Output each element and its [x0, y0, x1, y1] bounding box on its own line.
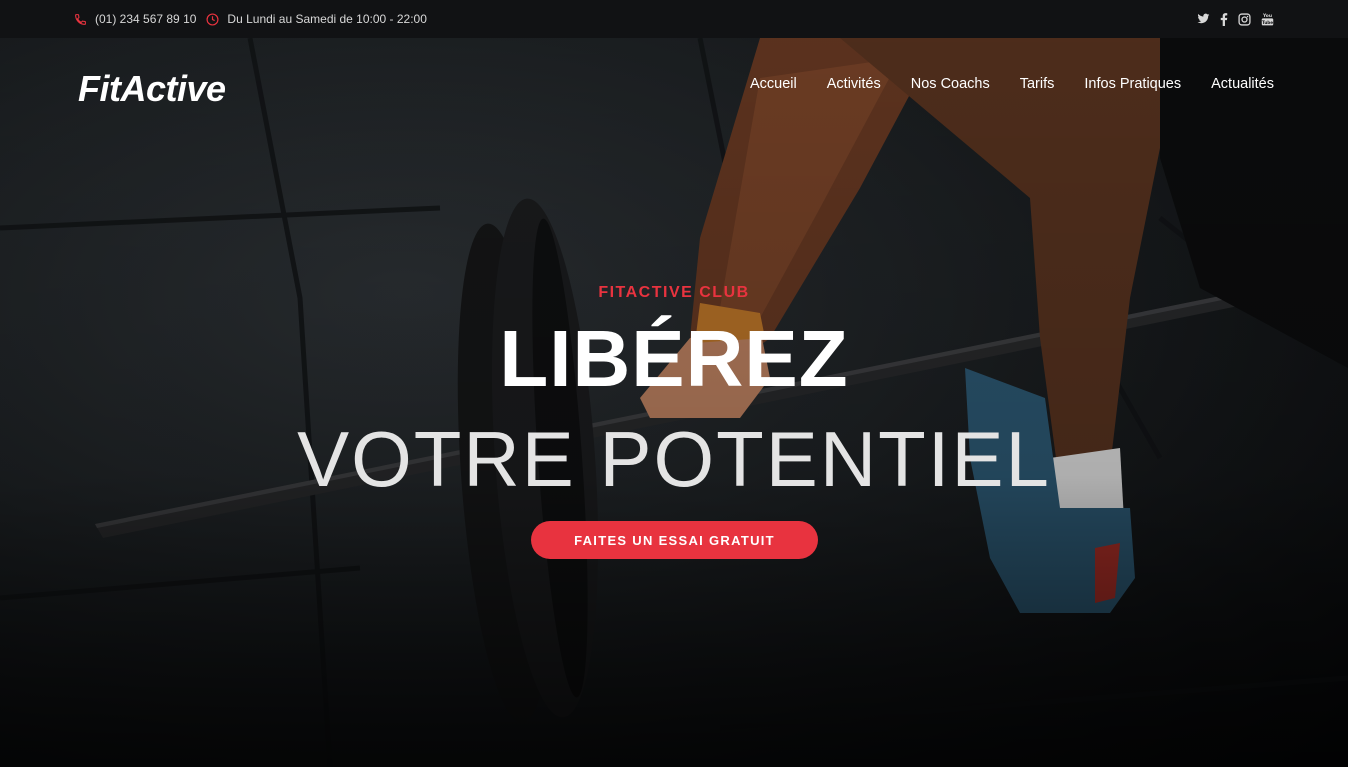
svg-text:Tube: Tube: [1262, 20, 1273, 25]
phone-number: (01) 234 567 89 10: [95, 12, 197, 26]
youtube-icon[interactable]: You Tube: [1261, 12, 1274, 26]
svg-text:You: You: [1262, 13, 1272, 19]
hero-kicker: FITACTIVE CLUB: [598, 284, 750, 301]
clock-icon: [206, 12, 219, 26]
site-logo[interactable]: FitActive: [78, 68, 226, 110]
free-trial-button[interactable]: FAITES UN ESSAI GRATUIT: [531, 521, 818, 559]
top-bar: (01) 234 567 89 10 Du Lundi au Samedi de…: [0, 0, 1348, 38]
opening-hours: Du Lundi au Samedi de 10:00 - 22:00: [227, 12, 427, 26]
contact-info: (01) 234 567 89 10 Du Lundi au Samedi de…: [74, 0, 427, 38]
nav-item-nos-coachs[interactable]: Nos Coachs: [911, 76, 990, 92]
hero-section: FitActive Accueil Activités Nos Coachs T…: [0, 38, 1348, 767]
nav-item-tarifs[interactable]: Tarifs: [1020, 76, 1055, 92]
hero-headline: LIBÉREZ: [499, 314, 849, 403]
hours-info: Du Lundi au Samedi de 10:00 - 22:00: [206, 12, 427, 26]
phone-info[interactable]: (01) 234 567 89 10: [74, 12, 196, 26]
nav-item-infos-pratiques[interactable]: Infos Pratiques: [1084, 76, 1181, 92]
nav-item-actualites[interactable]: Actualités: [1211, 76, 1274, 92]
phone-icon: [74, 13, 87, 26]
social-links: You Tube: [1197, 0, 1274, 38]
hero-subline: VOTRE POTENTIEL: [297, 415, 1051, 503]
nav-item-accueil[interactable]: Accueil: [750, 76, 797, 92]
twitter-icon[interactable]: [1197, 13, 1210, 25]
main-nav: Accueil Activités Nos Coachs Tarifs Info…: [750, 76, 1274, 92]
facebook-icon[interactable]: [1220, 12, 1228, 26]
nav-item-activites[interactable]: Activités: [827, 76, 881, 92]
instagram-icon[interactable]: [1238, 12, 1251, 26]
